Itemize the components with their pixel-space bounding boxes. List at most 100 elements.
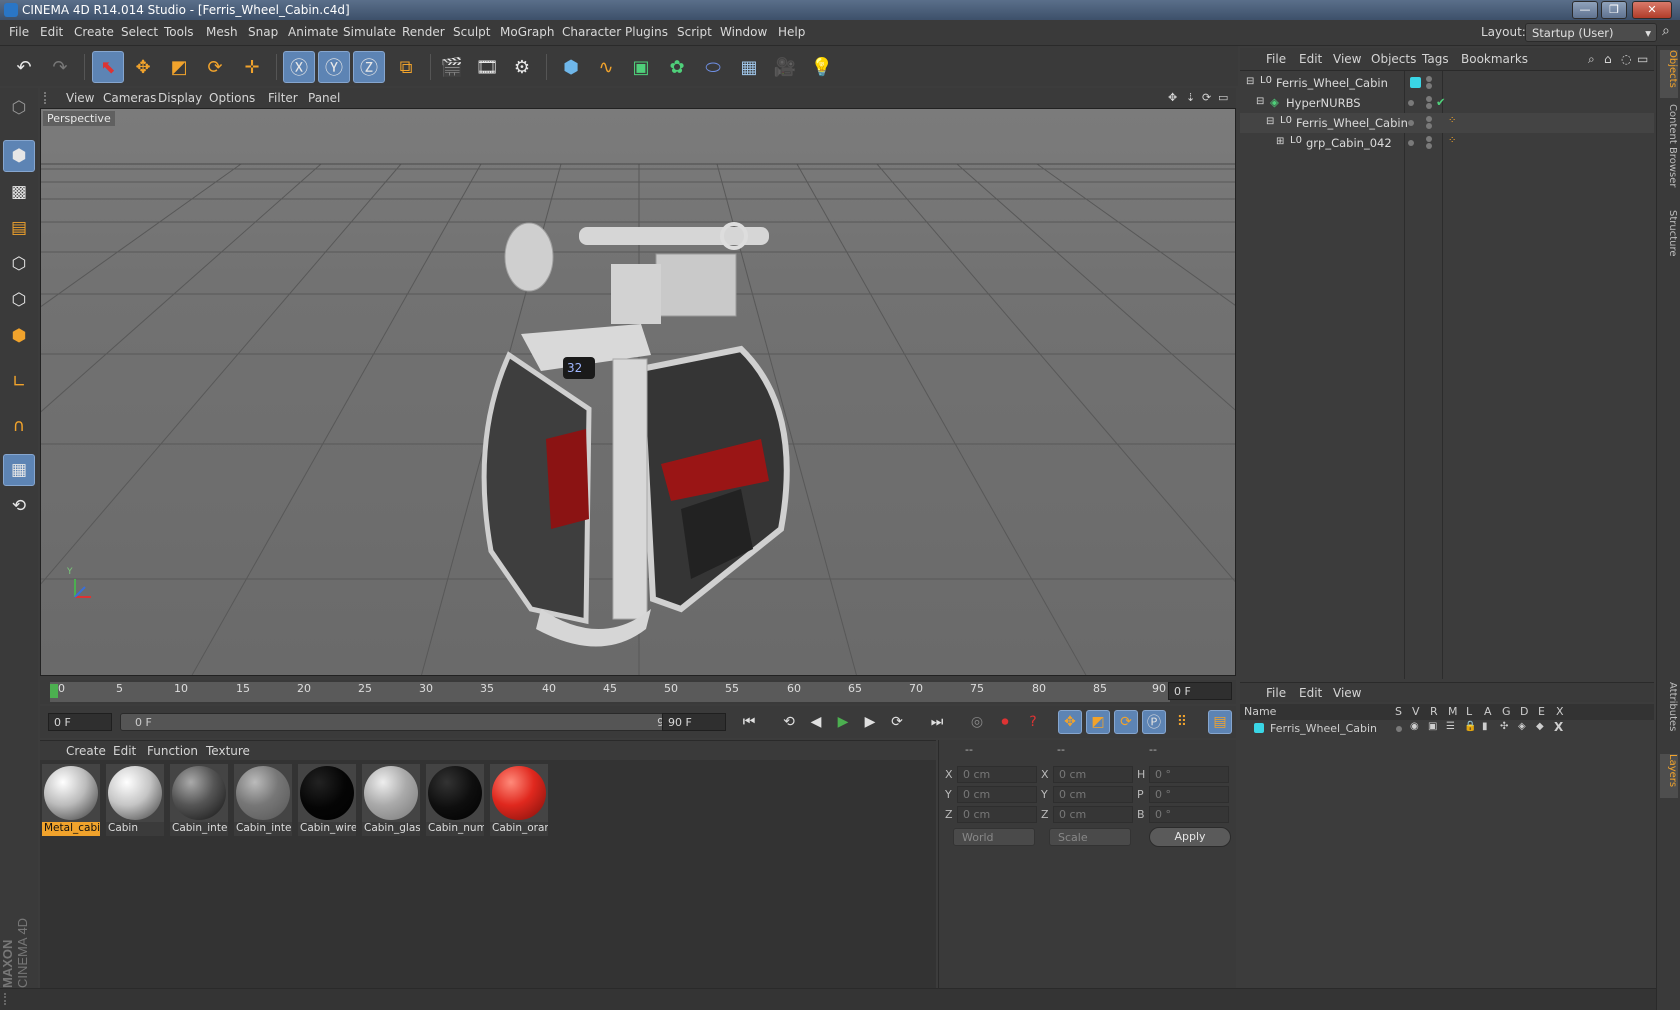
menu-edit[interactable]: Edit xyxy=(40,25,63,39)
size-x-field[interactable]: 0 cm xyxy=(1053,766,1133,783)
position-z-field[interactable]: 0 cm xyxy=(957,806,1037,823)
close-button[interactable]: ✕ xyxy=(1632,1,1672,19)
size-z-field[interactable]: 0 cm xyxy=(1053,806,1133,823)
viewport-menu-filter[interactable]: Filter xyxy=(268,91,298,105)
autokeying-icon[interactable]: ⏺ xyxy=(993,710,1017,734)
enabled-check-icon[interactable]: ✔ xyxy=(1436,95,1446,109)
viewport-dolly-icon[interactable]: ⇣ xyxy=(1186,91,1195,104)
position-y-field[interactable]: 0 cm xyxy=(957,786,1037,803)
key-rotation-icon[interactable]: ⟳ xyxy=(1114,710,1138,734)
z-axis-lock-icon[interactable]: Ⓩ xyxy=(353,51,385,83)
menu-tools[interactable]: Tools xyxy=(164,25,194,39)
keyframe-selection-icon[interactable]: ? xyxy=(1021,710,1045,734)
column-solo[interactable]: S xyxy=(1395,705,1402,718)
collapse-icon[interactable]: ⊟ xyxy=(1266,116,1274,127)
viewport-rotate-icon[interactable]: ⟳ xyxy=(1202,91,1211,104)
key-scale-icon[interactable]: ◩ xyxy=(1086,710,1110,734)
render-settings-icon[interactable]: ⚙ xyxy=(506,51,538,83)
column-name[interactable]: Name xyxy=(1244,705,1276,718)
menu-create[interactable]: Create xyxy=(74,25,114,39)
tree-row[interactable]: ⊟ ◈ HyperNURBS ✔ xyxy=(1240,93,1654,113)
generator-icon[interactable]: ✣ xyxy=(1500,721,1508,732)
home-icon[interactable]: ⌂ xyxy=(1604,52,1612,66)
material-menu-texture[interactable]: Texture xyxy=(206,744,250,758)
menu-help[interactable]: Help xyxy=(778,25,805,39)
column-render[interactable]: R xyxy=(1430,705,1438,718)
frame-ruler[interactable]: 0 5 10 15 20 25 30 35 40 45 50 55 60 65 … xyxy=(50,682,1170,702)
tab-content-browser[interactable]: Content Browser xyxy=(1660,104,1678,204)
viewport-menu-options[interactable]: Options xyxy=(209,91,255,105)
light-bulb-icon[interactable]: 💡 xyxy=(806,51,838,83)
expand-icon[interactable]: ⊞ xyxy=(1276,136,1284,147)
apply-button[interactable]: Apply xyxy=(1149,827,1231,847)
viewport-maximize-icon[interactable]: ▭ xyxy=(1218,91,1228,104)
collapse-icon[interactable]: ⊟ xyxy=(1256,96,1264,107)
viewport-menu-panel[interactable]: Panel xyxy=(308,91,340,105)
next-key-icon[interactable]: ⟳ xyxy=(885,710,909,734)
rotation-h-field[interactable]: 0 ° xyxy=(1149,766,1229,783)
material-swatch[interactable]: Cabin_glas xyxy=(362,764,420,836)
material-swatch[interactable]: Cabin_inte xyxy=(234,764,292,836)
object-menu-bookmarks[interactable]: Bookmarks xyxy=(1461,52,1528,66)
tree-row[interactable]: ⊞ L0 grp_Cabin_042 ⁘ xyxy=(1240,133,1654,153)
collapse-icon[interactable]: ⊟ xyxy=(1246,76,1254,87)
render-picture-viewer-icon[interactable]: 🎞 xyxy=(471,51,503,83)
column-locked[interactable]: L xyxy=(1466,705,1472,718)
material-menu-create[interactable]: Create xyxy=(66,744,106,758)
camera-icon[interactable]: 🎥 xyxy=(769,51,801,83)
material-swatch[interactable]: Cabin_orar xyxy=(490,764,548,836)
x-axis-lock-icon[interactable]: Ⓧ xyxy=(283,51,315,83)
playhead-marker[interactable] xyxy=(50,684,58,698)
layer-color-swatch[interactable] xyxy=(1410,77,1421,88)
model-mode-icon[interactable]: ⬢ xyxy=(3,140,35,172)
y-axis-lock-icon[interactable]: Ⓨ xyxy=(318,51,350,83)
make-editable-icon[interactable]: ⬡ xyxy=(3,92,35,124)
layer-row[interactable]: Ferris_Wheel_Cabin ◉ ▣ ☰ 🔒 ▮ ✣ ◈ ◆ X xyxy=(1240,720,1654,738)
coordinate-system-dropdown[interactable]: World xyxy=(953,828,1035,846)
object-search-icon[interactable]: ⌕ xyxy=(1588,52,1595,67)
menu-mograph[interactable]: MoGraph xyxy=(500,25,555,39)
undo-icon[interactable]: ↶ xyxy=(8,51,40,83)
expression-icon[interactable]: ◆ xyxy=(1536,721,1544,732)
render-icon[interactable]: ▣ xyxy=(1428,721,1437,732)
deformer-icon[interactable]: ⬭ xyxy=(697,51,729,83)
column-animation[interactable]: A xyxy=(1484,705,1492,718)
material-menu-edit[interactable]: Edit xyxy=(113,744,136,758)
spline-pen-icon[interactable]: ∿ xyxy=(590,51,622,83)
move-tool-icon[interactable]: ✥ xyxy=(127,51,159,83)
key-parameter-icon[interactable]: Ⓟ xyxy=(1142,710,1166,734)
column-deformers[interactable]: D xyxy=(1520,705,1528,718)
ferris-wheel-cabin-model[interactable] xyxy=(481,222,790,647)
minimize-button[interactable]: — xyxy=(1572,1,1598,19)
new-window-icon[interactable]: ▭ xyxy=(1637,52,1648,66)
layer-color-swatch[interactable] xyxy=(1254,723,1264,733)
eye-icon[interactable]: ◉ xyxy=(1410,721,1419,732)
layout-dropdown[interactable]: Startup (User) ▾ xyxy=(1525,23,1657,42)
column-xref[interactable]: X xyxy=(1556,705,1564,718)
tree-row[interactable]: ⊟ L0 Ferris_Wheel_Cabin ⁘ xyxy=(1240,113,1654,133)
manager-icon[interactable]: ☰ xyxy=(1446,721,1455,732)
viewport-menu-display[interactable]: Display xyxy=(158,91,202,105)
material-swatch[interactable]: Cabin_num xyxy=(426,764,484,836)
viewport-menu-view[interactable]: View xyxy=(66,91,94,105)
material-swatch[interactable]: Metal_cabi xyxy=(42,764,100,836)
timeline-ruler[interactable]: 0 5 10 15 20 25 30 35 40 45 50 55 60 65 … xyxy=(40,680,1236,704)
layer-menu-edit[interactable]: Edit xyxy=(1299,686,1322,700)
tab-attributes[interactable]: Attributes xyxy=(1660,682,1678,748)
current-frame-field[interactable]: 0 F xyxy=(1168,682,1232,700)
axis-mode-icon[interactable]: ∟ xyxy=(3,366,35,398)
menu-character[interactable]: Character xyxy=(562,25,621,39)
viewport-menu-cameras[interactable]: Cameras xyxy=(103,91,156,105)
column-generators[interactable]: G xyxy=(1502,705,1511,718)
object-menu-edit[interactable]: Edit xyxy=(1299,52,1322,66)
menu-sculpt[interactable]: Sculpt xyxy=(453,25,490,39)
menu-animate[interactable]: Animate xyxy=(288,25,338,39)
column-expressions[interactable]: E xyxy=(1538,705,1545,718)
end-frame-field[interactable]: 90 F xyxy=(662,713,726,731)
column-view[interactable]: V xyxy=(1412,705,1420,718)
recent-tools-icon[interactable]: ✛ xyxy=(236,51,268,83)
material-swatch[interactable]: Cabin_inte xyxy=(170,764,228,836)
menu-snap[interactable]: Snap xyxy=(248,25,278,39)
previous-key-icon[interactable]: ⟲ xyxy=(777,710,801,734)
menu-mesh[interactable]: Mesh xyxy=(206,25,238,39)
